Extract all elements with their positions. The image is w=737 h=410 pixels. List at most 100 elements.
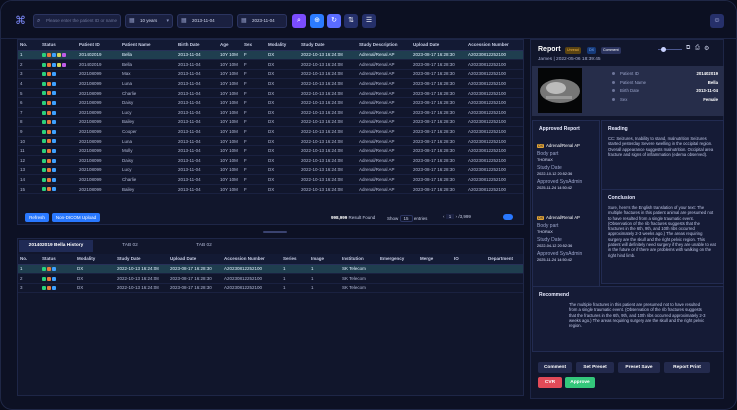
table-row[interactable]: 5 202108099 Charlie 2013-11-04 10Y 10M F DX 202… xyxy=(18,88,523,99)
flag-icon[interactable] xyxy=(47,168,51,173)
edit-icon[interactable] xyxy=(42,129,46,134)
edit-icon[interactable] xyxy=(42,62,46,67)
note-icon[interactable] xyxy=(57,53,61,58)
edit-icon[interactable] xyxy=(42,276,46,281)
image-icon[interactable] xyxy=(52,187,56,192)
table-row[interactable]: 13 202108099 Lucy 2013-11-04 10Y 10M F DX 2022-… xyxy=(18,165,523,176)
refresh-list-button[interactable]: Refresh xyxy=(25,213,49,222)
share-icon[interactable] xyxy=(62,62,66,67)
table-row[interactable]: 6 202108099 Daisy 2013-11-04 10Y 10M F DX 2022-… xyxy=(18,97,523,109)
edit-icon[interactable] xyxy=(42,139,46,144)
col-header[interactable]: Age xyxy=(218,40,242,51)
table-row[interactable]: 7 202108099 Lucy 2013-11-04 10Y 10M F DX 2022-1… xyxy=(18,107,523,118)
image-icon[interactable] xyxy=(52,110,56,115)
table-row[interactable]: 3 202108099 Max 2013-11-04 10Y 10M F DX 2022-10… xyxy=(18,69,523,80)
col-header[interactable]: Sex xyxy=(242,40,266,51)
slider-thumb[interactable] xyxy=(661,47,666,52)
col-header[interactable]: Department xyxy=(486,254,523,265)
image-icon[interactable] xyxy=(52,177,56,182)
edit-icon[interactable] xyxy=(42,91,46,96)
share-icon[interactable] xyxy=(62,53,66,58)
image-icon[interactable] xyxy=(52,101,56,106)
image-icon[interactable] xyxy=(52,81,56,86)
col-header[interactable]: Merge xyxy=(418,254,452,265)
edit-icon[interactable] xyxy=(42,168,46,173)
edit-icon[interactable] xyxy=(42,177,46,182)
col-header[interactable]: Patient Name xyxy=(120,40,176,51)
comment-button[interactable]: Comment xyxy=(538,362,572,373)
flag-icon[interactable] xyxy=(47,53,51,58)
approved-report-card[interactable]: DX Adrenal/Renal AP Body part THORAX Study D… xyxy=(537,215,599,263)
image-icon[interactable] xyxy=(52,139,56,144)
page-size-select[interactable]: 15 xyxy=(399,215,413,222)
image-icon[interactable] xyxy=(52,286,56,291)
image-icon[interactable] xyxy=(52,72,56,77)
edit-icon[interactable] xyxy=(42,81,46,86)
image-icon[interactable] xyxy=(52,62,56,67)
prev-page-icon[interactable]: ‹ xyxy=(443,214,445,219)
col-header[interactable]: Emergency xyxy=(378,254,418,265)
col-header[interactable]: Institution xyxy=(340,254,378,265)
col-header[interactable]: Upload Date xyxy=(168,254,222,265)
image-icon[interactable] xyxy=(52,168,56,173)
edit-icon[interactable] xyxy=(42,53,46,58)
col-header[interactable]: Status xyxy=(40,254,75,265)
settings-icon[interactable]: ⚙ xyxy=(704,45,709,52)
table-row[interactable]: 10 202108099 Luna 2013-11-04 10Y 10M F DX 2022-… xyxy=(18,136,523,147)
image-icon[interactable] xyxy=(52,120,56,125)
col-header[interactable]: Birth Date xyxy=(176,40,218,51)
col-header[interactable]: Modality xyxy=(75,254,115,265)
table-row[interactable]: 1 201402019 Bella 2013-11-04 10Y 10M F DX 2022-… xyxy=(18,50,523,61)
settings-button[interactable]: ☰ xyxy=(362,14,376,28)
col-header[interactable]: Study Date xyxy=(299,40,357,51)
tab-02[interactable]: TAB 02 xyxy=(93,240,167,252)
image-icon[interactable] xyxy=(52,267,56,272)
image-icon[interactable] xyxy=(52,149,56,154)
col-header[interactable]: No. xyxy=(18,254,40,265)
recommend-text[interactable]: The multiple fractures in this patient a… xyxy=(533,302,723,328)
toggle-switch[interactable] xyxy=(503,214,513,220)
zoom-button[interactable]: ⊕ xyxy=(310,14,324,28)
flag-icon[interactable] xyxy=(47,129,51,134)
edit-icon[interactable] xyxy=(42,187,46,192)
xray-thumbnail[interactable] xyxy=(538,68,582,113)
table-row[interactable]: 12 202108099 Daisy 2013-11-04 10Y 10M F DX 2022… xyxy=(18,155,523,166)
search-input[interactable]: ⌕ Please enter the patient ID or name xyxy=(33,14,121,28)
approve-button[interactable]: Approve xyxy=(565,377,595,388)
col-header[interactable]: IO xyxy=(452,254,486,265)
col-header[interactable]: Accession Number xyxy=(222,254,281,265)
edit-icon[interactable] xyxy=(42,101,46,106)
edit-icon[interactable] xyxy=(42,286,46,291)
edit-icon[interactable] xyxy=(42,149,46,154)
edit-icon[interactable] xyxy=(42,158,46,163)
table-row[interactable]: 9 202108099 Cooper 2013-11-04 10Y 10M F DX 2022… xyxy=(18,126,523,137)
flag-icon[interactable] xyxy=(47,91,51,96)
image-icon[interactable] xyxy=(52,53,56,58)
search-button[interactable]: ⌕ xyxy=(292,14,306,28)
preset-save-button[interactable]: Preset Save xyxy=(618,362,660,373)
col-header[interactable]: Series xyxy=(281,254,309,265)
image-icon[interactable] xyxy=(52,276,56,281)
history-row[interactable]: 3 DX 2022-10-13 16:24:08 2023-08-17 16:28:3… xyxy=(18,283,523,294)
col-header[interactable]: Upload Date xyxy=(411,40,466,51)
col-header[interactable]: Study Description xyxy=(357,40,411,51)
col-header[interactable]: Patient ID xyxy=(77,40,120,51)
set-preset-button[interactable]: Set Preset xyxy=(576,362,614,373)
page-input[interactable]: 1 xyxy=(445,214,455,219)
app-logo-icon[interactable]: ⌘ xyxy=(15,15,27,27)
col-header[interactable]: Image xyxy=(309,254,340,265)
flag-icon[interactable] xyxy=(47,177,51,182)
table-row[interactable]: 2 201402019 Bella 2013-11-04 10Y 10M F DX 2022-… xyxy=(18,59,523,70)
flag-icon[interactable] xyxy=(47,72,51,77)
flag-icon[interactable] xyxy=(47,101,51,106)
date-to-input[interactable]: ▦ 2023-11-04 xyxy=(237,14,287,28)
table-row[interactable]: 14 202108099 Charlie 2013-11-04 10Y 10M F DX 20… xyxy=(18,174,523,185)
col-header[interactable]: Status xyxy=(40,40,77,51)
flag-icon[interactable] xyxy=(47,286,51,291)
reading-text[interactable]: CC: Seizures, Inability to stand, malnut… xyxy=(602,136,723,157)
edit-icon[interactable] xyxy=(42,120,46,125)
filter-button[interactable]: ⇅ xyxy=(344,14,358,28)
col-header[interactable]: No. xyxy=(18,40,40,51)
flag-icon[interactable] xyxy=(47,158,51,163)
flag-icon[interactable] xyxy=(47,149,51,154)
